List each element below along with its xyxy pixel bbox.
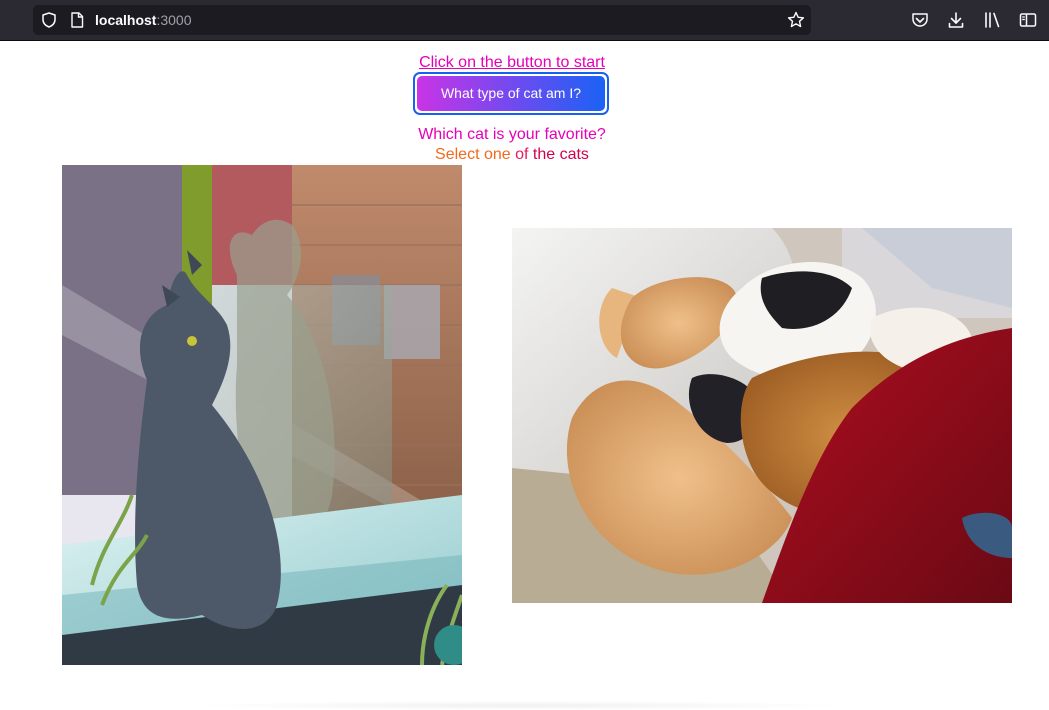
what-cat-button-label[interactable]: What type of cat am I? [417, 76, 605, 111]
browser-toolbar: localhost:3000 [0, 0, 1049, 41]
library-icon[interactable] [983, 11, 1001, 29]
select-instruction-part3: the cats [528, 146, 589, 163]
sphynx-cat-photo[interactable] [62, 165, 462, 665]
favorite-question: Which cat is your favorite? [418, 126, 606, 143]
select-instruction-part1: Select one [435, 146, 511, 163]
url-host: localhost [95, 12, 157, 28]
select-instruction-part2: of [510, 146, 529, 163]
url-text: localhost:3000 [95, 12, 192, 28]
pocket-icon[interactable] [911, 11, 929, 29]
select-instruction: Select one of the cats [0, 146, 1024, 164]
page-content: Click on the button to start What type o… [0, 41, 1049, 710]
bookmark-star-icon[interactable] [787, 11, 805, 29]
sidebar-icon[interactable] [1019, 11, 1037, 29]
sleeping-cats-photo[interactable] [512, 228, 1012, 603]
download-icon[interactable] [947, 11, 965, 29]
address-bar[interactable]: localhost:3000 [33, 5, 811, 35]
what-cat-button[interactable]: What type of cat am I? [413, 72, 609, 115]
page-icon [70, 12, 84, 28]
shield-icon[interactable] [41, 12, 57, 28]
url-port: :3000 [156, 12, 192, 28]
bottom-shadow [180, 701, 860, 710]
intro-text: Click on the button to start [419, 54, 605, 71]
